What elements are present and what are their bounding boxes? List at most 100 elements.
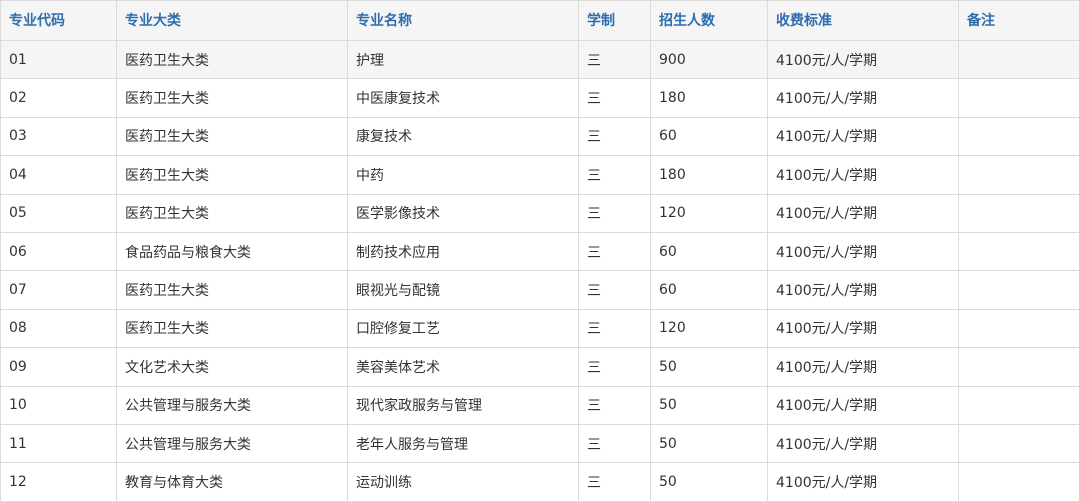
table-header: 专业代码 专业大类 专业名称 学制 招生人数 收费标准 备注 bbox=[1, 1, 1079, 41]
header-remarks: 备注 bbox=[959, 1, 1079, 41]
cell-major-name: 运动训练 bbox=[348, 463, 579, 501]
cell-duration: 三 bbox=[579, 463, 651, 501]
cell-remarks bbox=[959, 232, 1079, 270]
cell-major-category: 公共管理与服务大类 bbox=[117, 424, 348, 462]
table-row: 12教育与体育大类运动训练三504100元/人/学期 bbox=[1, 463, 1079, 501]
cell-major-category: 医药卫生大类 bbox=[117, 117, 348, 155]
cell-fee: 4100元/人/学期 bbox=[768, 463, 959, 501]
cell-remarks bbox=[959, 424, 1079, 462]
cell-major-code: 02 bbox=[1, 79, 117, 117]
table-row: 10公共管理与服务大类现代家政服务与管理三504100元/人/学期 bbox=[1, 386, 1079, 424]
header-major-category: 专业大类 bbox=[117, 1, 348, 41]
table-row: 05医药卫生大类医学影像技术三1204100元/人/学期 bbox=[1, 194, 1079, 232]
cell-major-category: 医药卫生大类 bbox=[117, 156, 348, 194]
cell-remarks bbox=[959, 271, 1079, 309]
cell-enrollment: 900 bbox=[651, 41, 768, 79]
cell-fee: 4100元/人/学期 bbox=[768, 41, 959, 79]
table-row: 11公共管理与服务大类老年人服务与管理三504100元/人/学期 bbox=[1, 424, 1079, 462]
cell-major-name: 中医康复技术 bbox=[348, 79, 579, 117]
cell-remarks bbox=[959, 156, 1079, 194]
cell-fee: 4100元/人/学期 bbox=[768, 424, 959, 462]
cell-enrollment: 50 bbox=[651, 463, 768, 501]
cell-major-category: 医药卫生大类 bbox=[117, 271, 348, 309]
cell-enrollment: 60 bbox=[651, 117, 768, 155]
cell-major-code: 07 bbox=[1, 271, 117, 309]
cell-remarks bbox=[959, 309, 1079, 347]
cell-remarks bbox=[959, 348, 1079, 386]
cell-major-category: 公共管理与服务大类 bbox=[117, 386, 348, 424]
cell-fee: 4100元/人/学期 bbox=[768, 386, 959, 424]
header-row: 专业代码 专业大类 专业名称 学制 招生人数 收费标准 备注 bbox=[1, 1, 1079, 41]
header-fee: 收费标准 bbox=[768, 1, 959, 41]
cell-duration: 三 bbox=[579, 156, 651, 194]
table-body: 01医药卫生大类护理三9004100元/人/学期02医药卫生大类中医康复技术三1… bbox=[1, 41, 1079, 502]
cell-duration: 三 bbox=[579, 271, 651, 309]
cell-enrollment: 50 bbox=[651, 386, 768, 424]
cell-duration: 三 bbox=[579, 348, 651, 386]
cell-major-code: 08 bbox=[1, 309, 117, 347]
cell-major-code: 09 bbox=[1, 348, 117, 386]
cell-duration: 三 bbox=[579, 41, 651, 79]
cell-fee: 4100元/人/学期 bbox=[768, 348, 959, 386]
cell-remarks bbox=[959, 117, 1079, 155]
table-row: 08医药卫生大类口腔修复工艺三1204100元/人/学期 bbox=[1, 309, 1079, 347]
cell-duration: 三 bbox=[579, 117, 651, 155]
cell-enrollment: 50 bbox=[651, 348, 768, 386]
table-row: 02医药卫生大类中医康复技术三1804100元/人/学期 bbox=[1, 79, 1079, 117]
cell-major-name: 美容美体艺术 bbox=[348, 348, 579, 386]
cell-remarks bbox=[959, 463, 1079, 501]
cell-major-category: 教育与体育大类 bbox=[117, 463, 348, 501]
header-duration: 学制 bbox=[579, 1, 651, 41]
header-major-code: 专业代码 bbox=[1, 1, 117, 41]
cell-major-code: 12 bbox=[1, 463, 117, 501]
table-row: 06食品药品与粮食大类制药技术应用三604100元/人/学期 bbox=[1, 232, 1079, 270]
cell-major-category: 医药卫生大类 bbox=[117, 79, 348, 117]
cell-fee: 4100元/人/学期 bbox=[768, 156, 959, 194]
cell-major-name: 制药技术应用 bbox=[348, 232, 579, 270]
cell-fee: 4100元/人/学期 bbox=[768, 309, 959, 347]
table-row: 01医药卫生大类护理三9004100元/人/学期 bbox=[1, 41, 1079, 79]
cell-major-code: 05 bbox=[1, 194, 117, 232]
table-row: 07医药卫生大类眼视光与配镜三604100元/人/学期 bbox=[1, 271, 1079, 309]
cell-fee: 4100元/人/学期 bbox=[768, 194, 959, 232]
cell-fee: 4100元/人/学期 bbox=[768, 232, 959, 270]
cell-fee: 4100元/人/学期 bbox=[768, 271, 959, 309]
cell-duration: 三 bbox=[579, 386, 651, 424]
cell-remarks bbox=[959, 386, 1079, 424]
header-enrollment: 招生人数 bbox=[651, 1, 768, 41]
cell-duration: 三 bbox=[579, 232, 651, 270]
cell-enrollment: 60 bbox=[651, 232, 768, 270]
cell-enrollment: 180 bbox=[651, 79, 768, 117]
cell-duration: 三 bbox=[579, 194, 651, 232]
cell-duration: 三 bbox=[579, 424, 651, 462]
cell-major-name: 护理 bbox=[348, 41, 579, 79]
cell-major-category: 医药卫生大类 bbox=[117, 309, 348, 347]
cell-fee: 4100元/人/学期 bbox=[768, 79, 959, 117]
cell-duration: 三 bbox=[579, 309, 651, 347]
cell-enrollment: 120 bbox=[651, 309, 768, 347]
cell-fee: 4100元/人/学期 bbox=[768, 117, 959, 155]
table-row: 09文化艺术大类美容美体艺术三504100元/人/学期 bbox=[1, 348, 1079, 386]
majors-table: 专业代码 专业大类 专业名称 学制 招生人数 收费标准 备注 01医药卫生大类护… bbox=[0, 0, 1079, 502]
cell-major-category: 医药卫生大类 bbox=[117, 194, 348, 232]
cell-enrollment: 120 bbox=[651, 194, 768, 232]
cell-major-code: 01 bbox=[1, 41, 117, 79]
cell-major-name: 老年人服务与管理 bbox=[348, 424, 579, 462]
cell-major-category: 文化艺术大类 bbox=[117, 348, 348, 386]
cell-major-name: 现代家政服务与管理 bbox=[348, 386, 579, 424]
cell-enrollment: 180 bbox=[651, 156, 768, 194]
cell-enrollment: 60 bbox=[651, 271, 768, 309]
table-row: 04医药卫生大类中药三1804100元/人/学期 bbox=[1, 156, 1079, 194]
cell-major-name: 口腔修复工艺 bbox=[348, 309, 579, 347]
cell-remarks bbox=[959, 194, 1079, 232]
cell-major-code: 03 bbox=[1, 117, 117, 155]
cell-duration: 三 bbox=[579, 79, 651, 117]
cell-enrollment: 50 bbox=[651, 424, 768, 462]
cell-remarks bbox=[959, 41, 1079, 79]
cell-major-code: 04 bbox=[1, 156, 117, 194]
cell-major-name: 康复技术 bbox=[348, 117, 579, 155]
cell-major-category: 医药卫生大类 bbox=[117, 41, 348, 79]
cell-major-category: 食品药品与粮食大类 bbox=[117, 232, 348, 270]
cell-major-name: 眼视光与配镜 bbox=[348, 271, 579, 309]
cell-major-code: 11 bbox=[1, 424, 117, 462]
